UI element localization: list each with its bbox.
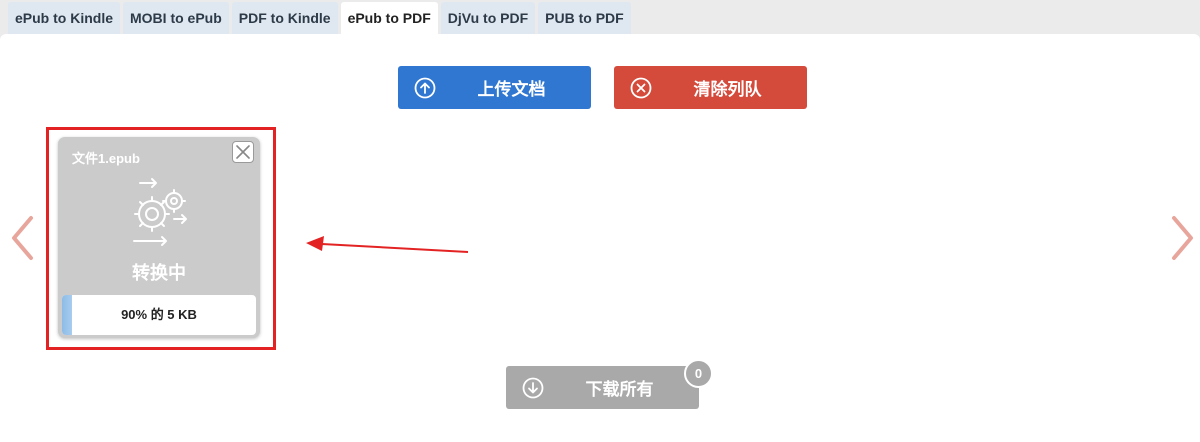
chevron-left-icon[interactable]: [9, 214, 35, 262]
converter-panel: 上传文档 清除列队 文件1.epub 转换中 90% 的 5 KB 下载所有 0: [0, 34, 1200, 442]
tab-pdf-to-kindle[interactable]: PDF to Kindle: [231, 2, 338, 34]
conversion-status: 转换中: [132, 263, 186, 283]
download-circle-icon: [522, 377, 544, 399]
annotation-arrow: [306, 236, 469, 253]
file-name: 文件1.epub: [72, 151, 140, 166]
tab-epub-to-pdf[interactable]: ePub to PDF: [340, 2, 438, 34]
download-count-badge: 0: [684, 359, 713, 388]
file-card: 文件1.epub 转换中 90% 的 5 KB: [58, 137, 260, 338]
tab-epub-to-kindle[interactable]: ePub to Kindle: [8, 2, 120, 34]
remove-file-button[interactable]: [232, 141, 254, 163]
tab-djvu-to-pdf[interactable]: DjVu to PDF: [440, 2, 536, 34]
download-all-button[interactable]: 下载所有: [506, 366, 699, 409]
tab-pub-to-pdf[interactable]: PUB to PDF: [538, 2, 631, 34]
progress-text: 90% 的 5 KB: [121, 307, 197, 322]
clear-queue-button[interactable]: 清除列队: [614, 66, 807, 109]
close-icon: [236, 145, 250, 159]
tab-mobi-to-epub[interactable]: MOBI to ePub: [123, 2, 229, 34]
chevron-right-icon[interactable]: [1170, 214, 1196, 262]
clear-circle-icon: [630, 77, 652, 99]
gear-converting-icon: [133, 178, 187, 246]
upload-button[interactable]: 上传文档: [398, 66, 591, 109]
progress-bar: 90% 的 5 KB: [62, 295, 256, 335]
upload-circle-icon: [414, 77, 436, 99]
tab-bar: ePub to Kindle MOBI to ePub PDF to Kindl…: [8, 2, 631, 34]
